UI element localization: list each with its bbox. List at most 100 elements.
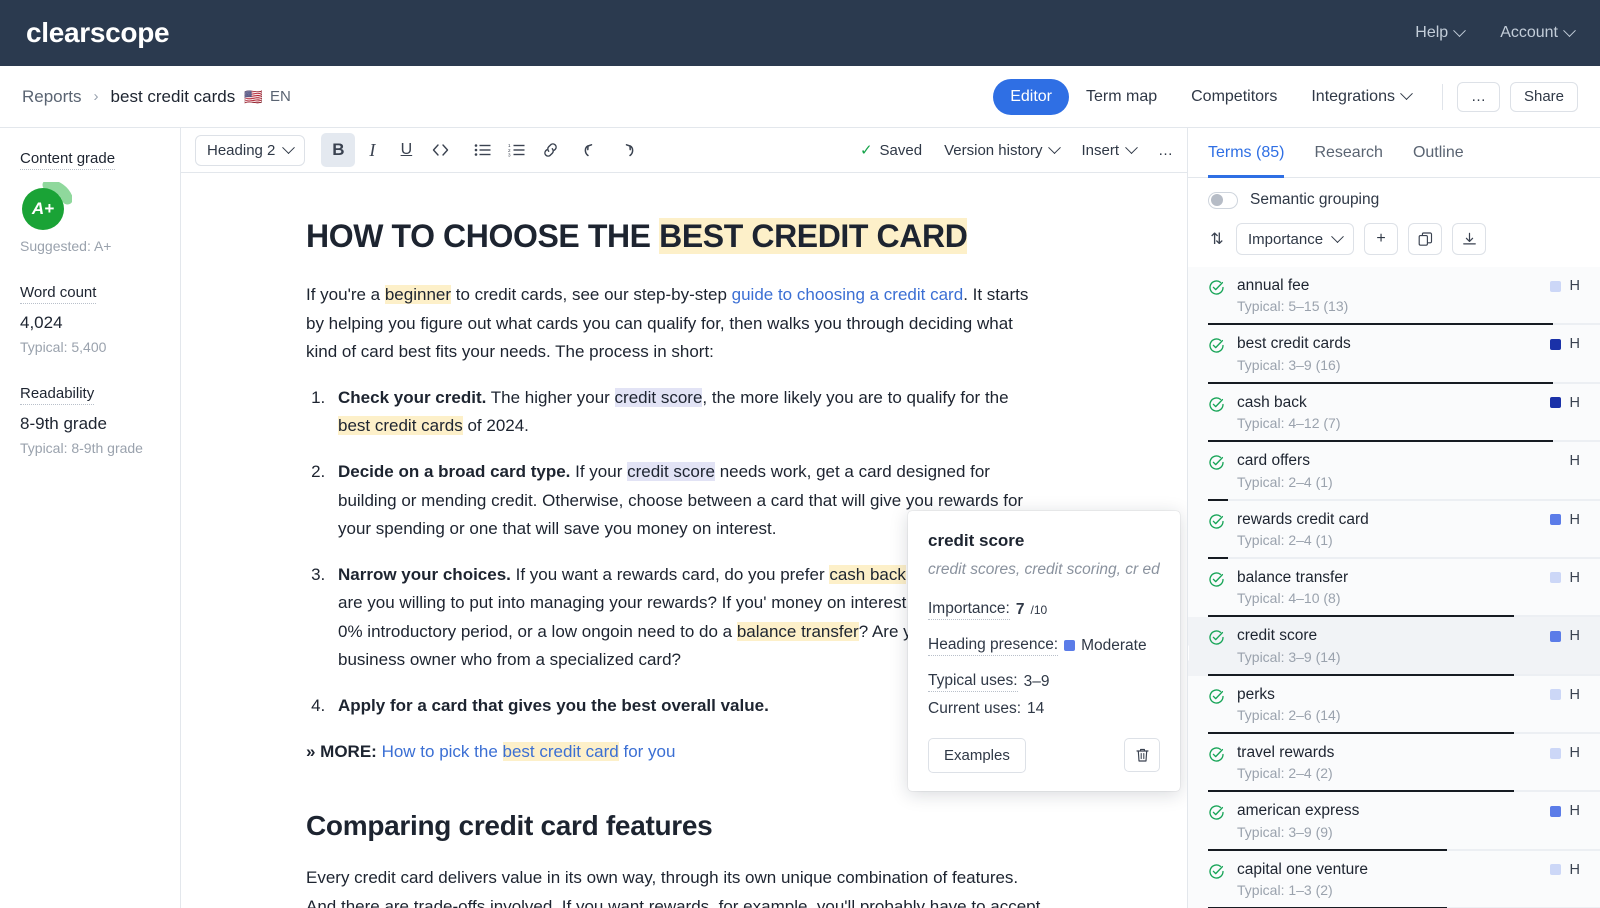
editor-more-menu[interactable]: … [1158, 142, 1173, 159]
breadcrumb-reports-link[interactable]: Reports [22, 87, 82, 107]
more-options-button[interactable]: … [1456, 81, 1500, 112]
copy-terms-button[interactable] [1408, 223, 1443, 255]
heading-column-label: H [1569, 511, 1580, 528]
check-circle-icon [1208, 629, 1225, 651]
redo-icon [626, 144, 634, 157]
step-1-b: , the more likely you are to qualify for… [702, 388, 1009, 408]
insert-link-button[interactable] [533, 133, 567, 167]
underline-button[interactable]: U [389, 133, 423, 167]
term-credit-score[interactable]: credit score [614, 388, 703, 408]
insert-label: Insert [1081, 141, 1119, 159]
term-row[interactable]: best credit cards Typical: 3–9 (16) H [1188, 325, 1600, 384]
more-link-a[interactable]: How to pick the [377, 742, 503, 761]
readability-typical: Typical: 8-9th grade [20, 440, 143, 456]
term-row[interactable]: cash back Typical: 4–12 (7) H [1188, 383, 1600, 443]
term-row[interactable]: balance transfer Typical: 4–10 (8) H [1188, 558, 1600, 618]
term-heading-indicator: H [1549, 570, 1580, 586]
block-style-dropdown[interactable]: Heading 2 [195, 134, 306, 166]
italic-button[interactable]: I [355, 133, 389, 167]
term-typical-usage: Typical: 4–12 (7) [1237, 415, 1341, 432]
examples-button[interactable]: Examples [928, 737, 1026, 773]
svg-text:3: 3 [508, 152, 511, 157]
term-row[interactable]: capital one venture Typical: 1–3 (2) H [1188, 850, 1600, 908]
more-link-b[interactable]: for you [619, 742, 675, 761]
tab-outline[interactable]: Outline [1413, 144, 1464, 178]
tab-integrations[interactable]: Integrations [1294, 79, 1428, 115]
term-cash-back[interactable]: cash back [829, 565, 906, 585]
term-balance-transfer[interactable]: balance transfer [736, 621, 859, 641]
term-heading-indicator: H [1549, 336, 1580, 352]
check-circle-icon [1208, 571, 1225, 593]
semantic-grouping-toggle[interactable] [1208, 191, 1238, 209]
body2-a: Every credit card delivers value in its … [306, 868, 1041, 908]
term-text-block: capital one venture Typical: 1–3 (2) [1237, 860, 1538, 898]
terms-list[interactable]: annual fee Typical: 5–15 (13) Hbest credit… [1188, 267, 1600, 908]
term-row[interactable]: rewards credit card Typical: 2–4 (1) H [1188, 500, 1600, 559]
content-grade-label: Content grade [20, 150, 116, 170]
term-name: perks [1237, 685, 1275, 703]
check-circle-icon [1208, 688, 1225, 710]
term-best-credit-cards[interactable]: best credit cards [338, 416, 463, 436]
redo-button[interactable] [609, 133, 643, 167]
heading-column-label: H [1569, 686, 1580, 703]
popover-importance-row: Importance: 7/10 [928, 600, 1160, 620]
tab-term-map[interactable]: Term map [1069, 79, 1174, 115]
terms-panel-controls: Semantic grouping ⇅ Importance + [1188, 178, 1600, 255]
delete-term-button[interactable] [1124, 738, 1160, 773]
word-count-typical: Typical: 5,400 [20, 339, 107, 355]
heading-presence-swatch [1064, 640, 1076, 652]
editor-toolbar: Heading 2 B I U 1 2 3 ✓ Saved Version hi… [181, 128, 1187, 173]
account-menu[interactable]: Account [1500, 23, 1576, 42]
list-item: Check your credit. The higher your credi… [330, 384, 1041, 440]
share-button[interactable]: Share [1509, 81, 1578, 112]
add-term-button[interactable]: + [1364, 223, 1399, 255]
guide-link[interactable]: guide to choosing a credit card [732, 285, 964, 304]
bullet-list-icon [474, 144, 491, 156]
term-text-block: annual fee Typical: 5–15 (13) [1237, 276, 1538, 314]
version-history-menu[interactable]: Version history [944, 140, 1062, 159]
heading-presence-swatch [1549, 630, 1561, 642]
document-scroll-area[interactable]: HOW TO CHOOSE THE BEST CREDIT CARD If yo… [181, 173, 1187, 908]
undo-button[interactable] [575, 133, 609, 167]
step-4-lead: Apply for a card that gives you the best… [338, 696, 769, 716]
sort-direction-icon[interactable]: ⇅ [1208, 229, 1226, 249]
term-row[interactable]: perks Typical: 2–6 (14) H [1188, 675, 1600, 734]
term-beginner[interactable]: beginner [384, 285, 452, 305]
word-count-section: Word count 4,024 Typical: 5,400 [20, 284, 160, 355]
bold-button[interactable]: B [321, 133, 356, 167]
help-menu[interactable]: Help [1415, 23, 1467, 42]
terms-panel: Terms (85) Research Outline Semantic gro… [1187, 128, 1600, 908]
chevron-down-icon [1125, 140, 1138, 154]
download-terms-button[interactable] [1452, 223, 1487, 255]
numbered-list-button[interactable]: 1 2 3 [499, 133, 533, 167]
brand-logo[interactable]: clearscope [26, 17, 170, 49]
code-block-icon[interactable] [423, 133, 457, 167]
intro-paragraph: If you're a beginner to credit cards, se… [306, 281, 1041, 366]
tab-research[interactable]: Research [1314, 144, 1382, 178]
sort-field-dropdown[interactable]: Importance [1236, 223, 1355, 255]
tab-competitors[interactable]: Competitors [1174, 79, 1294, 115]
term-row[interactable]: american express Typical: 3–9 (9) H [1188, 792, 1600, 851]
heading-column-label: H [1569, 803, 1580, 820]
insert-menu[interactable]: Insert [1081, 140, 1138, 159]
tab-editor[interactable]: Editor [993, 78, 1069, 115]
popover-current-uses-value: 14 [1027, 699, 1045, 717]
term-row[interactable]: travel rewards Typical: 2–4 (2) H [1188, 734, 1600, 793]
content-grade-section: Content grade A+ Suggested: A+ [20, 150, 160, 254]
term-best-credit-card[interactable]: best credit card [502, 742, 619, 762]
heading-column-label: H [1569, 278, 1580, 294]
term-name: credit score [1237, 627, 1318, 645]
term-text-block: card offers Typical: 2–4 (1) [1237, 451, 1538, 489]
term-row[interactable]: annual fee Typical: 5–15 (13) H [1188, 267, 1600, 326]
bullet-list-button[interactable] [465, 133, 499, 167]
term-credit-score[interactable]: credit score [627, 462, 715, 482]
heading-presence-swatch [1549, 397, 1561, 409]
tab-terms[interactable]: Terms (85) [1208, 144, 1285, 178]
term-row[interactable]: card offers Typical: 2–4 (1) H [1188, 442, 1600, 501]
chevron-down-icon [1563, 23, 1576, 37]
check-icon: ✓ [859, 142, 873, 159]
term-row[interactable]: credit score Typical: 3–9 (14) H [1188, 617, 1600, 676]
italic-label: I [369, 139, 376, 160]
popover-heading-presence-label: Heading presence: [928, 636, 1059, 656]
term-name: balance transfer [1237, 568, 1349, 586]
